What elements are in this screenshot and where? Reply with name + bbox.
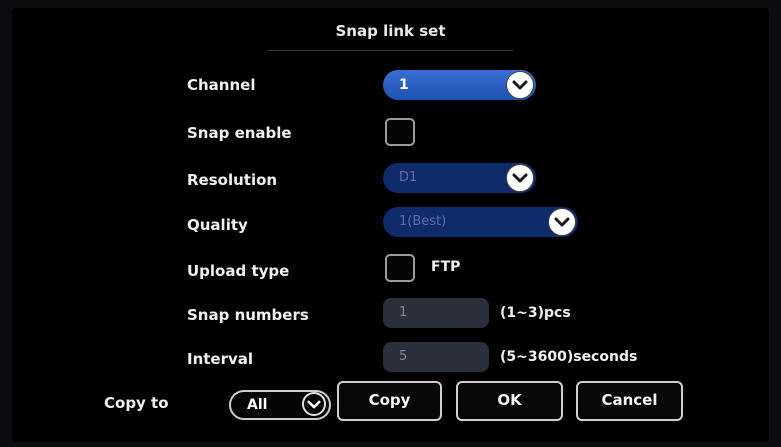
resolution-value: D1 <box>399 170 418 185</box>
copy-button[interactable]: Copy <box>337 381 442 421</box>
snap-enable-label: Snap enable <box>187 124 292 142</box>
copy-to-label: Copy to <box>104 394 169 412</box>
channel-value: 1 <box>399 77 409 93</box>
interval-input[interactable]: 5 <box>383 342 489 372</box>
resolution-label: Resolution <box>187 171 278 189</box>
interval-label: Interval <box>187 350 254 368</box>
quality-select[interactable]: 1(Best) <box>383 207 578 237</box>
resolution-select[interactable]: D1 <box>383 163 536 193</box>
chevron-down-icon[interactable] <box>506 164 534 192</box>
chevron-down-icon[interactable] <box>506 71 534 99</box>
cancel-button[interactable]: Cancel <box>576 381 683 421</box>
snap-enable-checkbox[interactable] <box>385 118 415 146</box>
channel-select[interactable]: 1 <box>383 70 536 100</box>
upload-ftp-checkbox[interactable] <box>385 254 415 282</box>
snap-numbers-range: (1~3)pcs <box>500 305 571 321</box>
snap-numbers-input[interactable]: 1 <box>383 298 489 328</box>
dialog-title: Snap link set <box>335 22 446 40</box>
upload-type-label: Upload type <box>187 262 290 280</box>
title-divider <box>268 50 513 51</box>
chevron-down-icon[interactable] <box>548 208 576 236</box>
channel-label: Channel <box>187 76 256 94</box>
chevron-down-icon[interactable] <box>302 392 326 416</box>
copy-to-value: All <box>247 397 268 413</box>
snap-numbers-label: Snap numbers <box>187 306 309 324</box>
ftp-option-label: FTP <box>431 259 461 275</box>
copy-to-select[interactable]: All <box>229 390 331 420</box>
quality-value: 1(Best) <box>399 214 447 229</box>
ok-button[interactable]: OK <box>456 381 563 421</box>
quality-label: Quality <box>187 216 248 234</box>
interval-range: (5~3600)seconds <box>500 349 638 365</box>
